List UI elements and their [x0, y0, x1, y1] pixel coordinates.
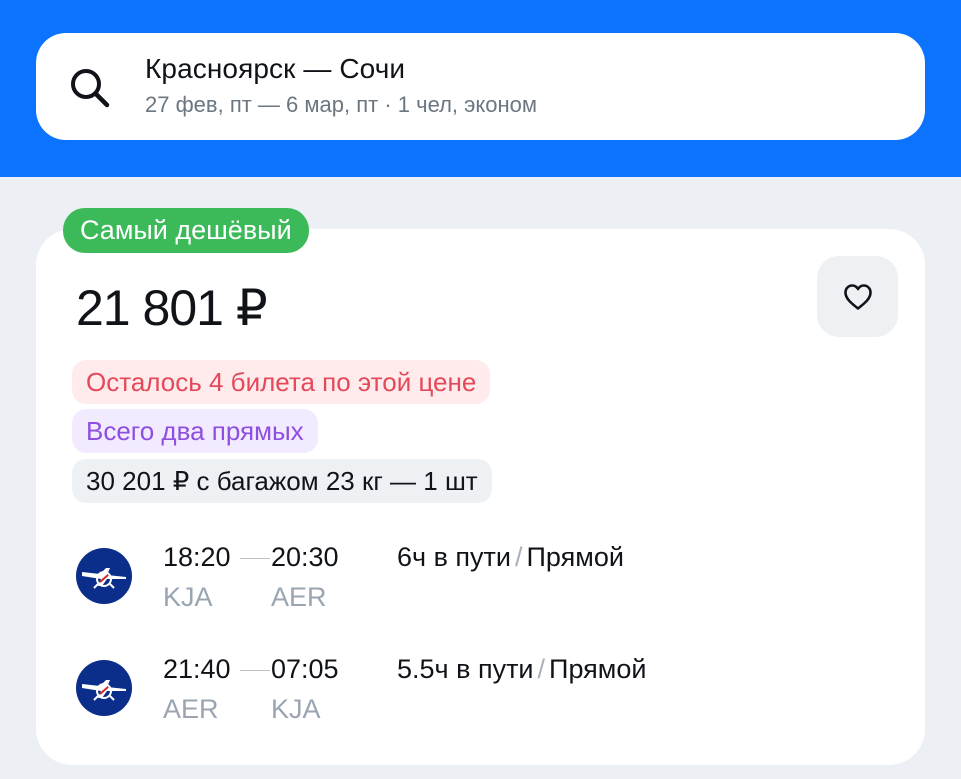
time-divider	[240, 558, 270, 559]
flight-segment-outbound: 18:20 20:30 KJA AER 6ч в пути / Прямой	[76, 540, 876, 620]
route-title: Красноярск — Сочи	[145, 53, 406, 84]
time-divider	[240, 670, 270, 671]
arrival-time: 20:30	[271, 542, 339, 572]
favorite-button[interactable]	[817, 256, 898, 337]
flight-duration: 5.5ч в пути	[397, 654, 534, 684]
flight-duration: 6ч в пути	[397, 542, 511, 572]
baggage-price-tag[interactable]: 30 201 ₽ с багажом 23 кг — 1 шт	[72, 459, 492, 503]
seats-left-tag: Осталось 4 билета по этой цене	[72, 360, 491, 404]
search-icon[interactable]	[68, 66, 112, 110]
direct-flights-tag: Всего два прямых	[72, 409, 318, 453]
arrival-time: 07:05	[271, 654, 339, 684]
flight-segment-return: 21:40 07:05 AER KJA 5.5ч в пути / Прямой	[76, 652, 876, 732]
heart-icon	[843, 283, 872, 310]
search-details: 27 фев, пт — 6 мар, пт · 1 чел, эконом	[145, 92, 537, 117]
flight-info: 6ч в пути / Прямой	[397, 540, 624, 574]
flight-type: Прямой	[549, 654, 647, 684]
info-separator: /	[537, 654, 546, 684]
flight-info: 5.5ч в пути / Прямой	[397, 652, 646, 686]
departure-time: 21:40	[163, 654, 231, 684]
airline-logo-icon	[76, 660, 132, 716]
search-texts: Красноярск — Сочи 27 фев, пт — 6 мар, пт…	[145, 52, 537, 118]
arrival-airport: KJA	[271, 694, 321, 724]
departure-airport: AER	[163, 694, 219, 724]
arrival-airport: AER	[271, 582, 327, 612]
offer-price: 21 801 ₽	[76, 280, 268, 336]
airline-logo-icon	[76, 548, 132, 604]
info-separator: /	[515, 542, 523, 572]
departure-time: 18:20	[163, 542, 231, 572]
flight-type: Прямой	[526, 542, 624, 572]
cheapest-badge: Самый дешёвый	[63, 208, 309, 253]
departure-airport: KJA	[163, 582, 213, 612]
